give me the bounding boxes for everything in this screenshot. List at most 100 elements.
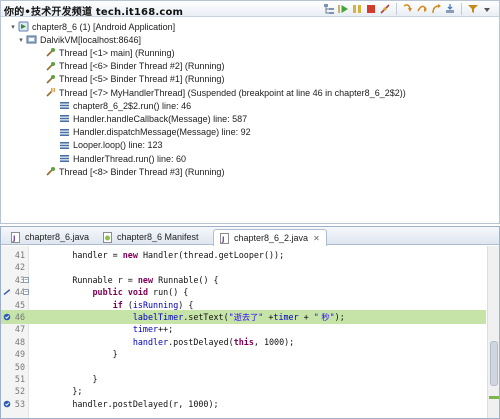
code-token: Runnable r = [32, 274, 138, 285]
debug-tree-item-label: Handler.dispatchMessage(Message) line: 9… [73, 127, 251, 138]
disconnect-icon[interactable] [379, 3, 391, 15]
step-over-icon[interactable] [416, 3, 428, 15]
debug-tree-item-label: DalvikVM[localhost:8646] [40, 34, 142, 45]
debug-tree-item-label: Handler.handleCallback(Message) line: 58… [73, 113, 248, 124]
debug-tree-item[interactable]: ▾ chapter8_6 (1) [Android Application] [9, 20, 175, 33]
code-token: labelTimer [132, 312, 184, 322]
code-token: + [298, 312, 314, 322]
fold-toggle-icon[interactable]: − [23, 276, 29, 283]
suspend-icon[interactable] [351, 3, 363, 15]
override-icon[interactable] [3, 288, 11, 296]
watermark: 你的•技术开发频道 tech.it168.com [4, 7, 184, 18]
view-menu-icon[interactable] [481, 3, 493, 15]
debug-tree-item[interactable]: Handler.handleCallback(Message) line: 58… [59, 112, 247, 125]
code-token: ); [334, 312, 345, 322]
code-token: ( [122, 299, 133, 310]
code-token: public [92, 287, 123, 298]
terminate-icon[interactable] [365, 3, 377, 15]
code-token: this [233, 336, 254, 347]
fold-toggle-icon[interactable]: − [23, 289, 29, 296]
expand-twisty[interactable]: ▾ [9, 23, 17, 31]
stack-frame-icon [59, 100, 70, 111]
debug-tree-item[interactable]: ▾ DalvikVM[localhost:8646] [17, 33, 141, 46]
debug-toolbar-icons [323, 3, 493, 15]
stack-frame-icon [59, 153, 70, 164]
debug-tree-item-label: Thread [<8> Binder Thread #3] (Running) [59, 166, 225, 177]
code-token: } [32, 374, 98, 384]
debug-tree-item[interactable]: chapter8_6_2$2.run() line: 46 [59, 99, 191, 112]
stack-frame-icon [59, 127, 70, 138]
code-token: ) { [178, 299, 194, 310]
debug-tree-item-label: chapter8_6_2$2.run() line: 46 [73, 100, 192, 111]
debug-tree-item[interactable]: Thread [<6> Binder Thread #2] (Running) [45, 60, 224, 73]
debug-view: 你的•技术开发频道 tech.it168.com ▾ chapter8_6 (1… [0, 0, 500, 224]
vertical-scrollbar[interactable] [487, 246, 499, 418]
step-return-icon[interactable] [430, 3, 442, 15]
debug-toolbar: 你的•技术开发频道 tech.it168.com [1, 1, 499, 18]
tree-icon[interactable] [323, 3, 335, 15]
use-step-filters-icon[interactable] [467, 3, 479, 15]
code-token: Handler(thread.getLooper()); [137, 250, 285, 260]
debug-tree-item-label: Thread [<1> main] (Running) [59, 47, 175, 58]
toolbar-separator [461, 3, 462, 15]
debug-tree-item[interactable]: Thread [<8> Binder Thread #3] (Running) [45, 165, 224, 178]
resume-icon[interactable] [337, 3, 349, 15]
overview-ruler-marker [489, 396, 499, 399]
code-token: handler.postDelayed(r, 1000); [32, 398, 219, 409]
code-token: .setText( [183, 312, 229, 322]
code-token: handler = [32, 250, 123, 260]
scrollbar-thumb[interactable] [490, 341, 498, 386]
debug-tree-item[interactable]: Thread [<7> MyHandlerThread] (Suspended … [45, 86, 406, 99]
breakpoint-icon[interactable] [3, 400, 11, 408]
code-token: } [32, 349, 118, 360]
step-into-icon[interactable] [402, 3, 414, 15]
debug-tree-item-label: Thread [<5> Binder Thread #1] (Running) [59, 74, 225, 85]
vm-icon [26, 34, 37, 45]
code-area[interactable]: 41 handler = new Handler(thread.getLoope… [1, 246, 499, 418]
code-token: ++; [158, 324, 174, 335]
code-token: .postDelayed( [168, 336, 234, 347]
thread-running-icon [45, 74, 56, 85]
editor-tab-label: chapter8_6_2.java [234, 233, 309, 243]
close-tab-icon[interactable]: ✕ [313, 234, 320, 243]
launch-icon [18, 21, 29, 32]
drop-to-frame-icon[interactable] [444, 3, 456, 15]
code-token: new [137, 274, 154, 285]
java-file-icon: J [219, 232, 230, 244]
debug-tree-item[interactable]: Thread [<5> Binder Thread #1] (Running) [45, 73, 224, 86]
code-token: run() { [148, 287, 189, 298]
code-token: 逝去了 [233, 312, 259, 322]
java-file-icon: J [10, 231, 21, 243]
code-token: timer [273, 312, 299, 322]
debug-tree-item-label: Thread [<6> Binder Thread #2] (Running) [59, 61, 225, 72]
code-line[interactable]: 53 handler.postDelayed(r, 1000); [1, 397, 486, 411]
editor-tab[interactable]: Jchapter8_6.java [5, 229, 95, 245]
debug-tree-item[interactable]: Looper.loop() line: 123 [59, 139, 163, 152]
editor-tab[interactable]: Jchapter8_6_2.java ✕ [213, 229, 327, 246]
debug-tree-item-label: Looper.loop() line: 123 [73, 140, 163, 151]
code-token: , 1000); [253, 336, 295, 347]
toolbar-separator [396, 3, 397, 15]
debug-tree-item[interactable]: Thread [<1> main] (Running) [45, 46, 175, 59]
svg-text:J: J [12, 234, 16, 242]
svg-text:J: J [221, 235, 225, 243]
code-token: isRunning [132, 299, 179, 310]
code-token: handler [132, 336, 169, 347]
thread-running-icon [45, 61, 56, 72]
java-editor: Jchapter8_6.java chapter8_6 Manifest Jchap… [0, 226, 500, 419]
breakpoint-icon[interactable] [3, 313, 11, 321]
editor-tab[interactable]: chapter8_6 Manifest [97, 229, 205, 245]
debug-tree-item[interactable]: Handler.dispatchMessage(Message) line: 9… [59, 126, 251, 139]
code-token: if [112, 299, 123, 310]
debug-tree-item-label: Thread [<7> MyHandlerThread] (Suspended … [59, 87, 406, 98]
expand-twisty[interactable]: ▾ [17, 36, 25, 44]
debug-tree-item-label: HandlerThread.run() line: 60 [73, 153, 187, 164]
manifest-icon [102, 231, 113, 243]
stack-frame-icon [59, 140, 70, 151]
stack-frame-icon [59, 113, 70, 124]
code-token: new [122, 250, 138, 260]
debug-tree-item[interactable]: HandlerThread.run() line: 60 [59, 152, 186, 165]
